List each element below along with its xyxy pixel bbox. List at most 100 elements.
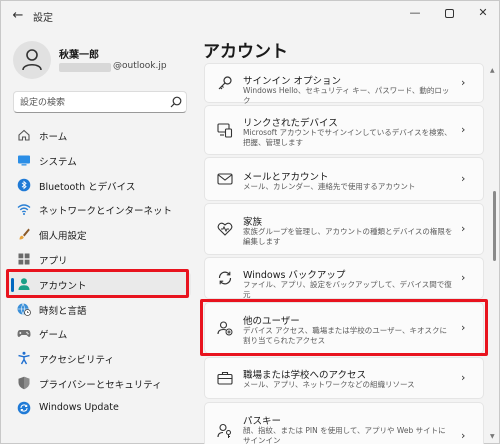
card-description: メール、アプリ、ネットワークなどの組織リソース — [243, 380, 415, 389]
scroll-up-arrow-icon[interactable]: ▲ — [490, 67, 495, 74]
passkey-icon — [217, 423, 231, 438]
chevron-right-icon: › — [461, 371, 466, 384]
avatar — [13, 41, 51, 79]
sidebar-item-label: アクセシビリティ — [39, 355, 114, 367]
sidebar-item-label: システム — [39, 156, 77, 168]
email-redacted — [59, 63, 111, 72]
sidebar-item-label: Windows Update — [39, 401, 119, 413]
card-title: メールとアカウント — [243, 172, 329, 183]
sidebar-item-privacy[interactable]: プライバシーとセキュリティ — [9, 371, 191, 396]
sidebar-item-time-language[interactable]: 時刻と言語 — [9, 297, 191, 322]
close-icon: ✕ — [478, 6, 488, 19]
card-linked-devices[interactable]: リンクされたデバイス Microsoft アカウントでサインインしているデバイス… — [204, 105, 484, 155]
card-title: リンクされたデバイス — [243, 118, 338, 129]
linked-devices-icon — [217, 123, 233, 138]
sidebar-item-label: プライバシーとセキュリティ — [39, 379, 162, 391]
sidebar-item-home[interactable]: ホーム — [9, 123, 191, 148]
sidebar-item-windows-update[interactable]: Windows Update — [9, 396, 191, 421]
search-box[interactable] — [13, 91, 187, 113]
other-users-icon — [217, 321, 233, 336]
sidebar-item-personalization[interactable]: 個人用設定 — [9, 222, 191, 247]
card-email-accounts[interactable]: メールとアカウント メール、カレンダー、連絡先で使用するアカウント › — [204, 157, 484, 201]
vertical-scrollbar[interactable] — [493, 191, 496, 261]
bluetooth-icon — [17, 178, 31, 191]
chevron-right-icon: › — [461, 321, 466, 334]
sidebar-nav: ホーム システム Bluetooth とデバイス ネットワークとインターネット … — [9, 123, 191, 421]
maximize-icon — [444, 8, 454, 18]
shield-icon — [18, 376, 30, 390]
accessibility-icon — [18, 351, 30, 365]
key-icon — [218, 76, 232, 90]
card-description: ファイル、アプリ、設定をバックアップして、デバイス間で復元 — [243, 280, 452, 299]
selection-indicator — [11, 277, 14, 292]
sidebar-item-label: ネットワークとインターネット — [39, 206, 173, 218]
sidebar-item-gaming[interactable]: ゲーム — [9, 321, 191, 346]
chevron-right-icon: › — [461, 271, 466, 284]
card-passkeys[interactable]: パスキー 顔、指紋、または PIN を使用して、アプリや Web サイトにサイン… — [204, 402, 484, 444]
wifi-icon — [17, 204, 31, 216]
sidebar-item-label: アカウント — [39, 280, 87, 292]
user-profile[interactable]: 秋葉一郎 @outlook.jp — [13, 41, 193, 81]
sidebar-item-system[interactable]: システム — [9, 148, 191, 173]
settings-window: ← 設定 — ✕ 秋葉一郎 @outlook.jp 設定の検索 ホーム システム… — [0, 0, 500, 444]
search-icon — [170, 96, 182, 108]
card-description: Microsoft アカウントでサインインしているデバイスを検索、把握、管理しま… — [243, 128, 452, 147]
system-icon — [18, 155, 30, 166]
card-title: サインイン オプション — [243, 76, 342, 87]
sidebar-item-bluetooth[interactable]: Bluetooth とデバイス — [9, 173, 191, 198]
chevron-right-icon: › — [461, 123, 466, 136]
card-description: メール、カレンダー、連絡先で使用するアカウント — [243, 182, 416, 191]
gamepad-icon — [17, 330, 31, 338]
close-button[interactable]: ✕ — [467, 1, 499, 27]
sidebar-item-label: 個人用設定 — [39, 231, 87, 243]
sidebar-item-apps[interactable]: アプリ — [9, 247, 191, 272]
page-title: アカウント — [203, 42, 288, 62]
card-other-users[interactable]: 他のユーザー デバイス アクセス、職場または学校のユーザー、キオスクに割り当てら… — [204, 302, 484, 354]
person-icon — [22, 49, 42, 71]
sidebar-item-label: アプリ — [39, 255, 68, 267]
card-title: Windows バックアップ — [243, 270, 346, 281]
card-title: 職場または学校へのアクセス — [243, 370, 367, 381]
card-family[interactable]: 家族 家族グループを管理し、アカウントの種類とデバイスの権限を編集します › — [204, 203, 484, 255]
profile-email: @outlook.jp — [113, 61, 167, 71]
card-description: デバイス アクセス、職場または学校のユーザー、キオスクに割り当てられたアクセス — [243, 326, 448, 345]
apps-icon — [18, 253, 30, 265]
sidebar-item-label: Bluetooth とデバイス — [39, 181, 136, 193]
account-icon — [18, 278, 30, 290]
search-input[interactable] — [20, 96, 160, 110]
chevron-right-icon: › — [461, 429, 466, 442]
card-windows-backup[interactable]: Windows バックアップ ファイル、アプリ、設定をバックアップして、デバイス… — [204, 257, 484, 299]
briefcase-icon — [217, 371, 233, 385]
card-work-school-access[interactable]: 職場または学校へのアクセス メール、アプリ、ネットワークなどの組織リソース › — [204, 357, 484, 399]
update-icon — [17, 401, 31, 415]
sidebar-item-accessibility[interactable]: アクセシビリティ — [9, 346, 191, 371]
mail-icon — [217, 173, 233, 185]
app-title: 設定 — [33, 13, 53, 24]
card-sign-in-options[interactable]: サインイン オプション Windows Hello、セキュリティ キー、パスワー… — [204, 63, 484, 105]
card-title: 家族 — [243, 217, 263, 228]
scroll-down-arrow-icon[interactable]: ▼ — [490, 433, 495, 440]
profile-name: 秋葉一郎 — [59, 50, 99, 61]
brush-icon — [19, 228, 30, 240]
title-bar: ← 設定 — ✕ — [1, 1, 499, 31]
back-button[interactable]: ← — [9, 7, 27, 25]
backup-icon — [218, 271, 232, 285]
minimize-button[interactable]: — — [399, 1, 431, 27]
home-icon — [18, 129, 30, 141]
card-title: パスキー — [243, 416, 282, 427]
minimize-icon: — — [409, 6, 421, 19]
maximize-button[interactable] — [433, 1, 465, 27]
card-title: 他のユーザー — [243, 316, 300, 327]
family-heart-icon — [217, 222, 233, 236]
card-description: 顔、指紋、または PIN を使用して、アプリや Web サイトにサインイン — [243, 426, 446, 444]
card-description: Windows Hello、セキュリティ キー、パスワード、動的ロック — [243, 86, 450, 105]
sidebar-item-label: 時刻と言語 — [39, 305, 87, 317]
sidebar-item-network[interactable]: ネットワークとインターネット — [9, 197, 191, 222]
settings-card-list: サインイン オプション Windows Hello、セキュリティ キー、パスワー… — [204, 61, 484, 444]
sidebar-item-label: ホーム — [39, 132, 68, 143]
chevron-right-icon: › — [461, 76, 466, 89]
chevron-right-icon: › — [461, 172, 466, 185]
sidebar-item-label: ゲーム — [39, 330, 68, 342]
sidebar-item-accounts[interactable]: アカウント — [9, 271, 191, 297]
card-description: 家族グループを管理し、アカウントの種類とデバイスの権限を編集します — [243, 227, 453, 246]
